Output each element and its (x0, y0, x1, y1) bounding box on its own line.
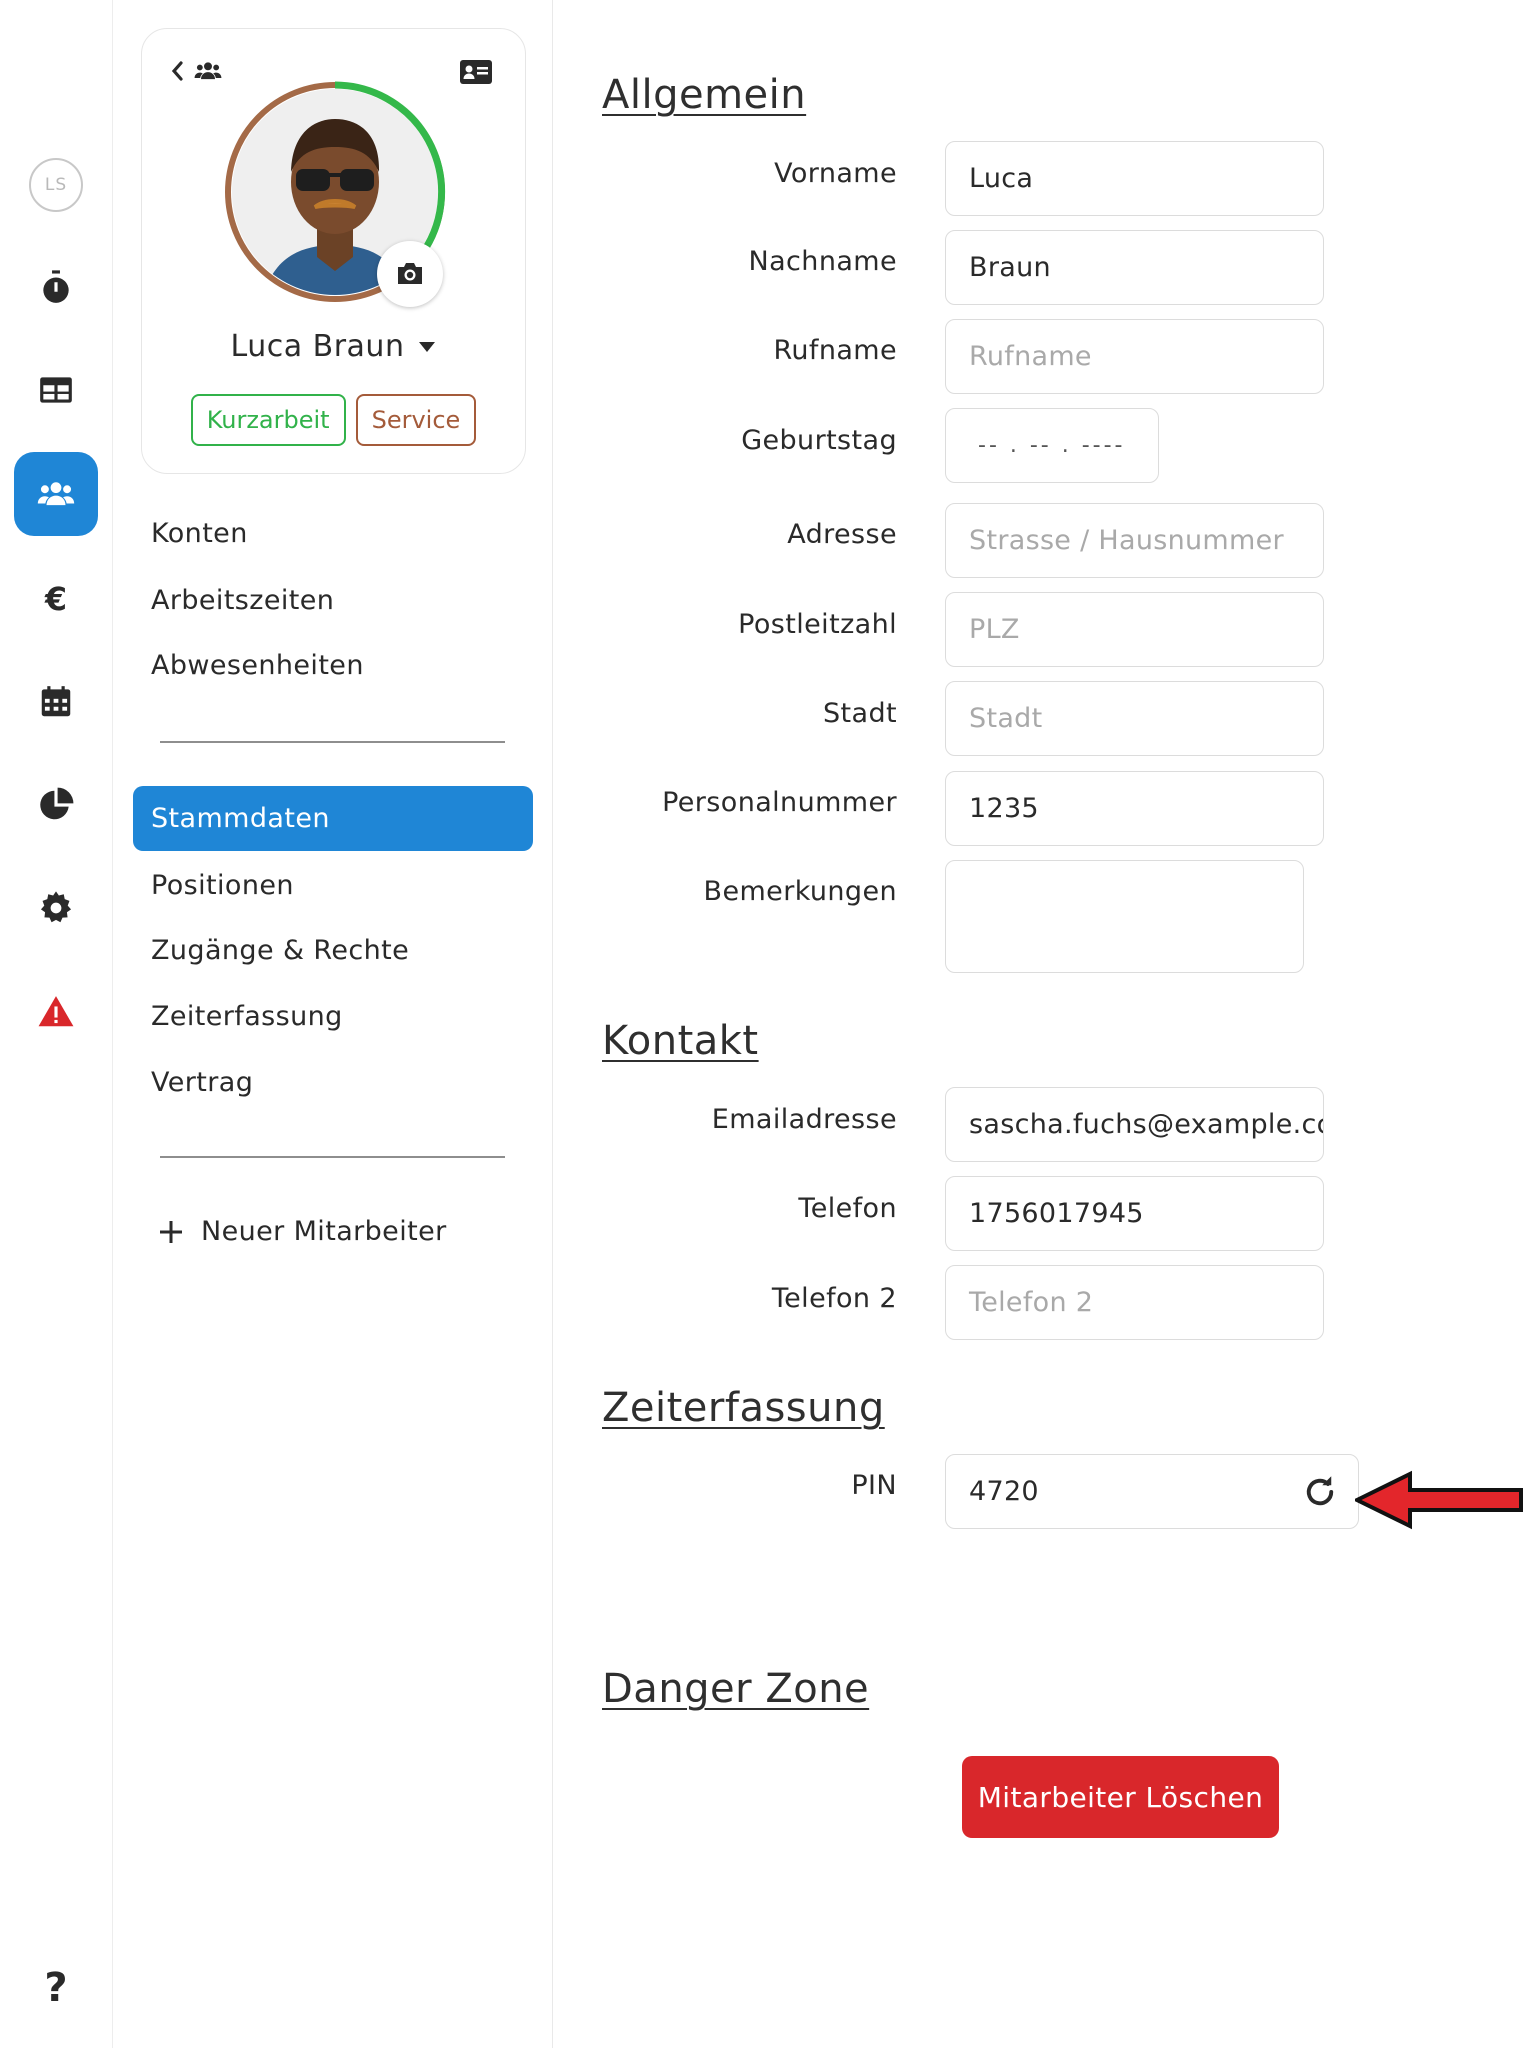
label-stadt: Stadt (823, 698, 897, 729)
employee-tags: Kurzarbeit Service (142, 394, 525, 446)
nav-link-zeiterfassung[interactable]: Zeiterfassung (151, 1001, 343, 1032)
tag-service[interactable]: Service (355, 394, 477, 446)
pin-value: 4720 (969, 1476, 1039, 1507)
help-icon: ? (44, 1965, 68, 2011)
input-telefon-2[interactable]: Telefon 2 (945, 1265, 1324, 1340)
label-vorname: Vorname (774, 158, 897, 189)
section-title-kontakt: Kontakt (602, 1018, 759, 1064)
calendar-icon (41, 686, 71, 717)
input-telefon[interactable]: 1756017945 (945, 1176, 1324, 1251)
label-telefon-2: Telefon 2 (771, 1283, 897, 1314)
input-pin[interactable]: 4720 (945, 1454, 1359, 1529)
rail-item-calendar[interactable] (14, 660, 98, 744)
input-vorname[interactable]: Luca (945, 141, 1324, 216)
table-icon (40, 377, 72, 403)
id-card-button[interactable] (459, 59, 493, 89)
employee-name: Luca Braun (230, 329, 405, 364)
gear-icon (40, 891, 72, 923)
profile-card: Luca Braun Kurzarbeit Service (141, 28, 526, 474)
employee-nav-panel: Luca Braun Kurzarbeit Service Konten Arb… (113, 0, 553, 2048)
label-emailadresse: Emailadresse (711, 1104, 897, 1135)
rail-item-payroll[interactable]: € (14, 557, 98, 641)
new-employee-label: Neuer Mitarbeiter (201, 1216, 447, 1247)
nav-link-konten[interactable]: Konten (151, 518, 248, 549)
plus-icon (160, 1220, 182, 1243)
input-postleitzahl[interactable]: PLZ (945, 592, 1324, 667)
rail-item-employees[interactable] (14, 452, 98, 536)
nav-link-stammdaten[interactable]: Stammdaten (133, 786, 533, 851)
tag-kurzarbeit[interactable]: Kurzarbeit (190, 394, 346, 446)
app: LS € ? Luca Braun Kurzarbeit Service Kon… (0, 0, 1537, 2048)
svg-text:€: € (44, 582, 67, 618)
rail-item-alerts[interactable] (14, 970, 98, 1054)
input-personalnummer[interactable]: 1235 (945, 771, 1324, 846)
input-adresse[interactable]: Strasse / Hausnummer (945, 503, 1324, 578)
label-postleitzahl: Postleitzahl (738, 609, 897, 640)
section-title-danger-zone: Danger Zone (602, 1666, 870, 1712)
user-avatar-button[interactable]: LS (14, 143, 98, 227)
nav-divider (160, 741, 505, 743)
label-bemerkungen: Bemerkungen (703, 876, 897, 907)
nav-link-vertrag[interactable]: Vertrag (151, 1067, 253, 1098)
section-title-allgemein: Allgemein (602, 72, 807, 118)
nav-divider (160, 1156, 505, 1158)
input-geburtstag[interactable]: -- . -- . ---- (945, 408, 1159, 483)
users-icon (37, 482, 75, 506)
caret-down-icon (419, 341, 436, 352)
label-rufname: Rufname (773, 335, 897, 366)
change-photo-button[interactable] (377, 241, 443, 307)
input-emailadresse[interactable]: sascha.fuchs@example.cc (945, 1087, 1324, 1162)
section-title-zeiterfassung: Zeiterfassung (602, 1385, 885, 1431)
refresh-icon[interactable] (1302, 1474, 1338, 1510)
camera-icon (398, 263, 422, 284)
chevron-left-icon (171, 61, 183, 81)
user-initials: LS (29, 158, 83, 212)
nav-link-abwesenheiten[interactable]: Abwesenheiten (151, 650, 364, 681)
new-employee-button[interactable]: Neuer Mitarbeiter (159, 1216, 447, 1247)
delete-employee-button[interactable]: Mitarbeiter Löschen (962, 1756, 1279, 1838)
back-to-employees-button[interactable] (170, 57, 226, 85)
input-stadt[interactable]: Stadt (945, 681, 1324, 756)
employee-name-dropdown[interactable]: Luca Braun (142, 329, 525, 364)
label-pin: PIN (851, 1470, 897, 1501)
rail-item-timer[interactable] (14, 245, 98, 329)
label-adresse: Adresse (787, 519, 897, 550)
nav-link-arbeitszeiten[interactable]: Arbeitszeiten (151, 585, 334, 616)
nav-link-positionen[interactable]: Positionen (151, 870, 294, 901)
rail-item-table[interactable] (14, 348, 98, 432)
stopwatch-icon (43, 270, 69, 303)
label-geburtstag: Geburtstag (741, 425, 897, 456)
input-nachname[interactable]: Braun (945, 230, 1324, 305)
euro-icon: € (44, 582, 67, 618)
red-arrow-annotation (1355, 1470, 1523, 1530)
label-nachname: Nachname (748, 246, 897, 277)
label-personalnummer: Personalnummer (662, 787, 897, 818)
help-button[interactable]: ? (14, 1946, 98, 2030)
nav-link-zugaenge-rechte[interactable]: Zugänge & Rechte (151, 935, 409, 966)
pie-chart-icon (40, 787, 74, 820)
icon-rail: LS € ? (0, 0, 113, 2048)
label-telefon: Telefon (798, 1193, 897, 1224)
id-card-icon (460, 60, 492, 84)
rail-item-reports[interactable] (14, 763, 98, 847)
rail-item-settings[interactable] (14, 866, 98, 950)
input-rufname[interactable]: Rufname (945, 319, 1324, 394)
textarea-bemerkungen[interactable] (945, 860, 1304, 973)
warning-icon (38, 996, 74, 1027)
